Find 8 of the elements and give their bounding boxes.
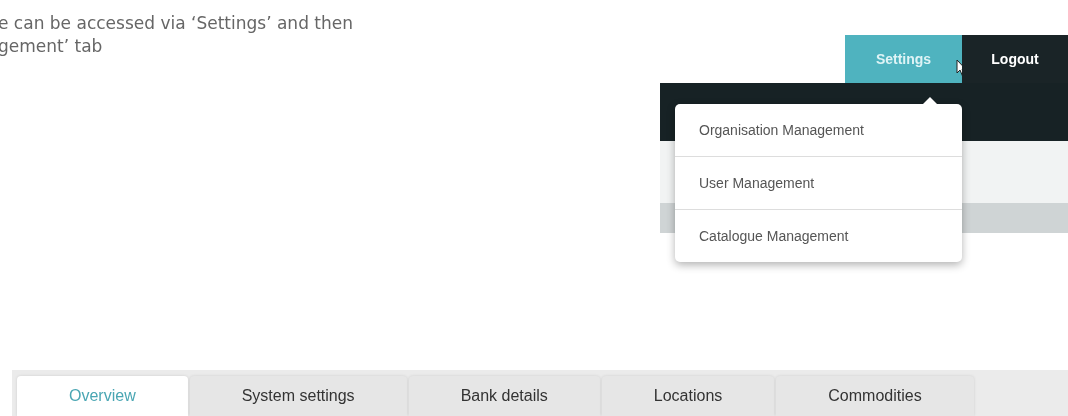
tab[interactable]: Locations: [601, 376, 775, 416]
menu-item[interactable]: User Management: [675, 156, 962, 209]
tab[interactable]: Bank details: [408, 376, 600, 416]
menu-item[interactable]: Catalogue Management: [675, 209, 962, 262]
nav-link[interactable]: Logout: [962, 35, 1068, 83]
tab[interactable]: Commodities: [776, 376, 974, 416]
menu-item[interactable]: Organisation Management: [675, 104, 962, 156]
tab[interactable]: System settings: [189, 376, 407, 416]
